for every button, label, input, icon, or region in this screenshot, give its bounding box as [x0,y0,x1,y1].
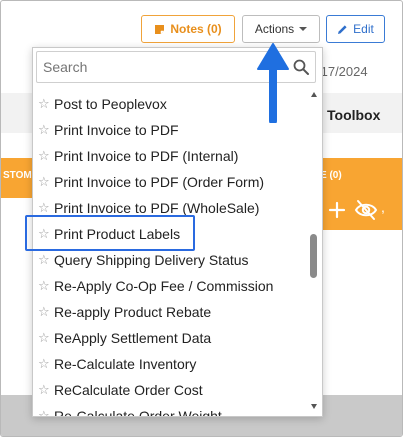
menu-item[interactable]: ☆ Re-Calculate Inventory [33,351,308,377]
menu-item[interactable]: ☆ Re-Calculate Order Weight [33,403,308,417]
menu-item-label: Re-Calculate Order Weight [54,408,222,417]
highlight-box [25,215,195,251]
menu-item-label: ReCalculate Order Cost [54,382,203,398]
up-arrow-annotation-icon [257,43,289,123]
menu-item-label: Post to Peoplevox [54,96,167,112]
plus-icon[interactable] [328,201,346,219]
chevron-down-icon [299,27,308,31]
star-outline-icon[interactable]: ☆ [38,305,51,320]
menu-item[interactable]: ☆ ReApply Settlement Data [33,325,308,351]
search-input[interactable] [41,52,285,82]
date-value: /17/2024 [317,64,368,79]
menu-item-label: Query Shipping Delivery Status [54,252,249,268]
customer-panel-title: STOM [3,170,32,181]
menu-item[interactable]: ☆ Print Invoice to PDF (Internal) [33,143,308,169]
star-outline-icon[interactable]: ☆ [38,357,51,372]
menu-item-label: Re-Apply Co-Op Fee / Commission [54,278,274,294]
menu-item-label: Print Invoice to PDF (WholeSale) [54,200,260,216]
menu-item-label: Re-Calculate Inventory [54,356,197,372]
star-outline-icon[interactable]: ☆ [38,253,51,268]
eye-off-icon[interactable] [354,199,378,221]
star-outline-icon[interactable]: ☆ [38,149,51,164]
pencil-icon [338,24,347,34]
scroll-up-icon[interactable] [311,92,317,97]
search-icon [293,59,309,75]
actions-list: ☆ Post to Peoplevox ☆ Print Invoice to PDF ☆… [33,91,308,417]
menu-item[interactable]: ☆ ReCalculate Order Cost [33,377,308,403]
star-outline-icon[interactable]: ☆ [38,123,51,138]
menu-item-label: Print Invoice to PDF (Order Form) [54,174,265,190]
scroll-thumb[interactable] [310,234,317,279]
scrollbar[interactable] [308,88,320,414]
star-outline-icon[interactable]: ☆ [38,175,51,190]
star-outline-icon[interactable]: ☆ [38,97,51,112]
app-window: Toolbox STOM E (0) , /17/2024 Notes (0) … [0,0,403,437]
menu-item[interactable]: ☆ Print Invoice to PDF (Order Form) [33,169,308,195]
scroll-down-icon[interactable] [311,404,317,409]
menu-item[interactable]: ☆ Re-Apply Co-Op Fee / Commission [33,273,308,299]
notes-panel-title: E (0) [320,170,342,181]
menu-item-label: Print Invoice to PDF (Internal) [54,148,239,164]
star-outline-icon[interactable]: ☆ [38,409,51,417]
actions-label: Actions [254,22,295,36]
edit-button[interactable]: Edit [326,15,385,43]
separator: , [381,199,385,215]
notes-button[interactable]: Notes (0) [141,15,235,43]
actions-button[interactable]: Actions [242,15,320,43]
menu-item[interactable]: ☆ Re-apply Product Rebate [33,299,308,325]
star-outline-icon[interactable]: ☆ [38,383,51,398]
menu-item-label: ReApply Settlement Data [54,330,212,346]
menu-item-label: Re-apply Product Rebate [54,304,212,320]
note-icon [155,24,165,34]
menu-item-label: Print Invoice to PDF [54,122,179,138]
star-outline-icon[interactable]: ☆ [38,331,51,346]
edit-label: Edit [353,22,374,36]
toolbox-tab[interactable]: Toolbox [327,107,380,123]
notes-label: Notes (0) [170,22,222,36]
star-outline-icon[interactable]: ☆ [38,201,51,216]
star-outline-icon[interactable]: ☆ [38,279,51,294]
